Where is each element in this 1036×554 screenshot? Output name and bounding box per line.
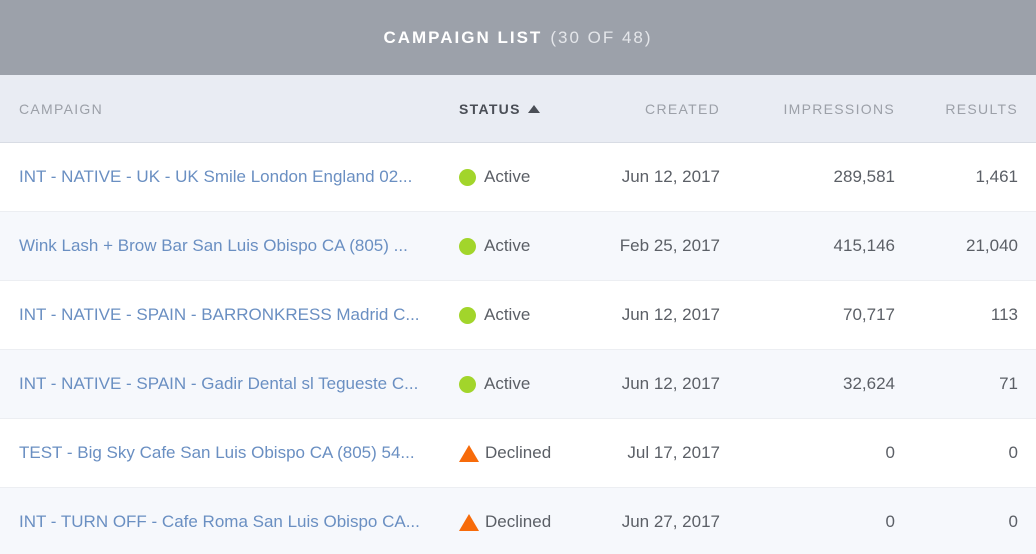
created-date: Jun 12, 2017	[621, 305, 720, 324]
campaign-name-link[interactable]: Wink Lash + Brow Bar San Luis Obispo CA …	[0, 236, 447, 256]
created-date: Jun 27, 2017	[621, 512, 720, 531]
campaign-name-link[interactable]: INT - NATIVE - SPAIN - BARRONKRESS Madri…	[0, 305, 447, 325]
status-label: Active	[484, 236, 531, 255]
status-label: Declined	[485, 512, 552, 531]
impressions-value: 415,146	[833, 236, 895, 255]
impressions-value: 32,624	[843, 374, 895, 393]
column-header-results[interactable]: RESULTS	[895, 101, 1036, 117]
results-value: 0	[1008, 512, 1018, 531]
column-header-impressions[interactable]: IMPRESSIONS	[720, 101, 895, 117]
table-header: CAMPAIGN STATUS CREATED IMPRESSIONS RESU…	[0, 75, 1036, 143]
created-date: Jun 12, 2017	[621, 167, 720, 186]
status-label: Active	[484, 374, 531, 393]
campaign-name-link[interactable]: INT - NATIVE - SPAIN - Gadir Dental sl T…	[0, 374, 447, 394]
results-value: 0	[1008, 443, 1018, 462]
active-dot-icon	[459, 375, 476, 393]
status-cell: Active	[447, 305, 587, 325]
results-value: 1,461	[975, 167, 1018, 186]
created-date: Jun 12, 2017	[621, 374, 720, 393]
table-row[interactable]: INT - NATIVE - SPAIN - BARRONKRESS Madri…	[0, 281, 1036, 350]
created-date: Jul 17, 2017	[627, 443, 720, 462]
status-cell: Declined	[447, 443, 587, 463]
results-value: 71	[999, 374, 1018, 393]
table-row[interactable]: TEST - Big Sky Cafe San Luis Obispo CA (…	[0, 419, 1036, 488]
table-row[interactable]: Wink Lash + Brow Bar San Luis Obispo CA …	[0, 212, 1036, 281]
status-cell: Declined	[447, 512, 587, 532]
column-header-campaign[interactable]: CAMPAIGN	[0, 101, 447, 117]
status-cell: Active	[447, 374, 587, 394]
table-row[interactable]: INT - NATIVE - SPAIN - Gadir Dental sl T…	[0, 350, 1036, 419]
sort-ascending-icon	[527, 104, 540, 113]
campaign-table-body: INT - NATIVE - UK - UK Smile London Engl…	[0, 143, 1036, 554]
results-value: 21,040	[966, 236, 1018, 255]
campaign-name-link[interactable]: INT - TURN OFF - Cafe Roma San Luis Obis…	[0, 512, 447, 532]
campaign-count: (30 OF 48)	[550, 27, 653, 47]
column-header-created[interactable]: CREATED	[587, 101, 720, 117]
warning-triangle-icon	[459, 444, 479, 462]
results-value: 113	[990, 305, 1018, 324]
status-label: Declined	[485, 443, 552, 462]
column-header-status-label: STATUS	[459, 100, 521, 117]
page-title: CAMPAIGN LIST	[383, 27, 543, 47]
active-dot-icon	[459, 306, 476, 324]
impressions-value: 0	[885, 443, 895, 462]
active-dot-icon	[459, 237, 476, 255]
active-dot-icon	[459, 168, 476, 186]
status-cell: Active	[447, 167, 587, 187]
campaign-name-link[interactable]: INT - NATIVE - UK - UK Smile London Engl…	[0, 167, 447, 187]
warning-triangle-icon	[459, 513, 479, 531]
status-cell: Active	[447, 236, 587, 256]
status-label: Active	[484, 167, 531, 186]
column-header-status[interactable]: STATUS	[447, 101, 587, 117]
created-date: Feb 25, 2017	[619, 236, 720, 255]
table-row[interactable]: INT - NATIVE - UK - UK Smile London Engl…	[0, 143, 1036, 212]
impressions-value: 70,717	[843, 305, 895, 324]
campaign-name-link[interactable]: TEST - Big Sky Cafe San Luis Obispo CA (…	[0, 443, 447, 463]
table-row[interactable]: INT - TURN OFF - Cafe Roma San Luis Obis…	[0, 488, 1036, 554]
impressions-value: 0	[885, 512, 895, 531]
campaign-list-title-bar: CAMPAIGN LIST (30 OF 48)	[0, 0, 1036, 75]
status-label: Active	[484, 305, 531, 324]
impressions-value: 289,581	[833, 167, 895, 186]
